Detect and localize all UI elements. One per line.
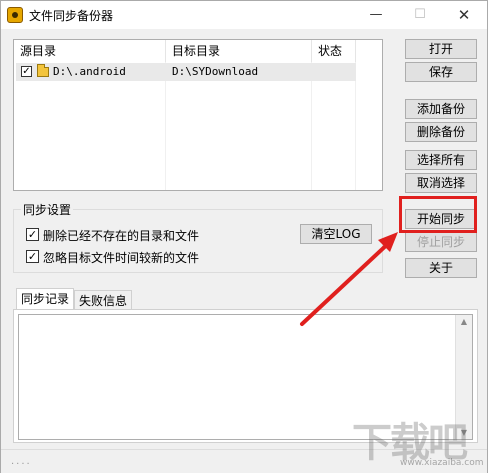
column-header-source[interactable]: 源目录	[14, 40, 166, 62]
stop-sync-button: 停止同步	[405, 232, 477, 252]
column-header-target[interactable]: 目标目录	[166, 40, 312, 62]
column-header-status[interactable]: 状态	[312, 40, 356, 62]
save-button[interactable]: 保存	[405, 62, 477, 82]
row-source-path: D:\.android	[53, 65, 126, 78]
app-window: 文件同步备份器 — ☐ ✕ 源目录 目标目录 状态 ✓ D:\.android …	[0, 0, 488, 473]
tab-failure-info[interactable]: 失败信息	[74, 290, 132, 310]
watermark-url: www.xiazaiba.com	[400, 458, 484, 468]
delete-missing-checkbox[interactable]: ✓	[26, 228, 39, 241]
open-button[interactable]: 打开	[405, 39, 477, 59]
clear-log-button[interactable]: 清空LOG	[300, 224, 372, 244]
row-checkbox[interactable]: ✓	[21, 66, 32, 77]
list-item[interactable]: ✓ D:\.android D:\SYDownload	[16, 63, 356, 81]
delete-backup-button[interactable]: 删除备份	[405, 122, 477, 142]
highlight-box	[399, 196, 477, 233]
ignore-newer-label[interactable]: 忽略目标文件时间较新的文件	[43, 249, 199, 266]
watermark-logo: 下载吧 www.xiazaiba.com	[352, 410, 484, 470]
deselect-button[interactable]: 取消选择	[405, 173, 477, 193]
status-text: ....	[11, 456, 32, 467]
ignore-newer-checkbox[interactable]: ✓	[26, 250, 39, 263]
column-divider	[311, 62, 312, 190]
add-backup-button[interactable]: 添加备份	[405, 99, 477, 119]
backup-list[interactable]: 源目录 目标目录 状态 ✓ D:\.android D:\SYDownload	[13, 39, 383, 191]
title-bar[interactable]: 文件同步备份器 — ☐ ✕	[1, 1, 487, 29]
about-button[interactable]: 关于	[405, 258, 477, 278]
window-title: 文件同步备份器	[29, 9, 114, 23]
column-divider	[355, 62, 356, 190]
select-all-button[interactable]: 选择所有	[405, 150, 477, 170]
delete-missing-label[interactable]: 删除已经不存在的目录和文件	[43, 227, 199, 244]
folder-icon	[37, 64, 49, 77]
minimize-icon[interactable]: —	[361, 5, 391, 25]
column-divider	[165, 62, 166, 190]
sync-settings-title: 同步设置	[21, 201, 74, 218]
maximize-icon: ☐	[414, 7, 426, 22]
list-header: 源目录 目标目录 状态	[14, 40, 382, 62]
app-logo-icon	[7, 7, 23, 23]
close-icon[interactable]: ✕	[449, 5, 479, 25]
tab-sync-log[interactable]: 同步记录	[16, 288, 74, 310]
row-target-path: D:\SYDownload	[172, 65, 259, 78]
scroll-up-icon[interactable]: ▲	[456, 317, 472, 326]
